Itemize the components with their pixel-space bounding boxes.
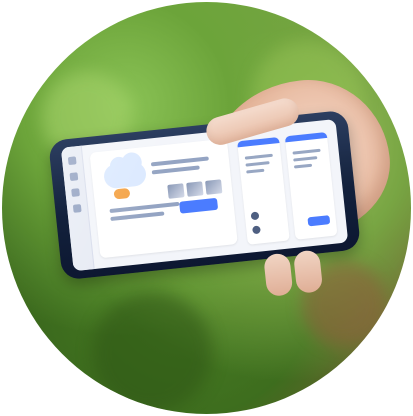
thumbnail-image <box>186 181 204 197</box>
text-line <box>109 201 180 214</box>
main-feed-card <box>89 138 238 259</box>
rail-icon <box>71 188 80 197</box>
side-card <box>284 131 338 240</box>
finger <box>263 252 294 298</box>
side-card-header <box>284 131 328 143</box>
thumbnail-image <box>205 179 223 195</box>
hand-holding-phone <box>47 71 397 301</box>
orange-badge-icon <box>113 187 131 200</box>
rail-icon <box>67 156 77 166</box>
text-line <box>151 165 200 175</box>
avatar-icon <box>250 211 260 221</box>
text-line <box>293 156 318 162</box>
thumbnail-image <box>167 183 185 199</box>
app-side-rail <box>60 145 95 272</box>
thumbnail-strip <box>167 179 223 199</box>
text-line <box>246 168 265 174</box>
primary-button <box>179 197 219 214</box>
rail-icon <box>69 172 79 182</box>
phone-screen <box>60 118 349 272</box>
avatar-icon <box>252 225 261 235</box>
text-line <box>110 211 165 222</box>
photo-scene <box>0 0 413 416</box>
text-line <box>292 148 321 155</box>
rail-icon <box>72 204 82 213</box>
circular-photo <box>2 2 411 414</box>
background-bokeh <box>92 292 212 412</box>
text-line <box>245 161 270 167</box>
text-line <box>293 163 313 169</box>
primary-button <box>307 215 331 227</box>
text-line <box>244 153 273 160</box>
finger <box>292 249 324 294</box>
text-line <box>150 156 209 167</box>
side-card <box>237 136 290 245</box>
cloud-icon <box>102 161 148 190</box>
